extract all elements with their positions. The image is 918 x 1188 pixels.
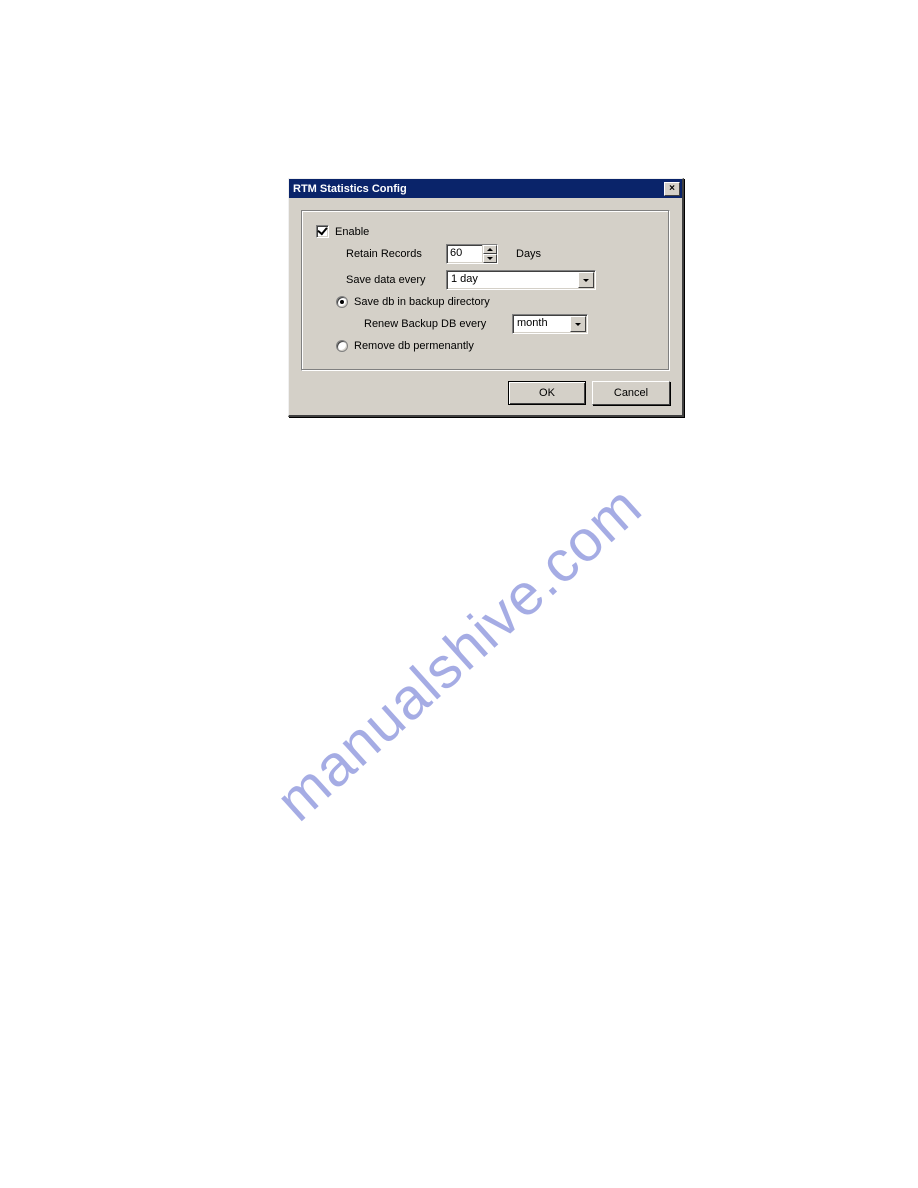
dialog-content: Enable Retain Records 60 Days Save data … <box>289 198 682 415</box>
dialog-window: RTM Statistics Config × Enable Retain Re… <box>288 178 684 417</box>
cancel-button[interactable]: Cancel <box>592 381 670 405</box>
options-groupbox: Enable Retain Records 60 Days Save data … <box>301 210 670 371</box>
spinner-down-button[interactable] <box>483 254 497 263</box>
enable-label: Enable <box>335 226 369 238</box>
remove-db-radio[interactable] <box>336 340 348 352</box>
close-button[interactable]: × <box>664 182 680 196</box>
chevron-up-icon <box>487 248 493 251</box>
save-backup-label: Save db in backup directory <box>354 296 490 308</box>
renew-dropdown-button[interactable] <box>570 316 586 332</box>
button-row: OK Cancel <box>301 381 670 405</box>
renew-row: Renew Backup DB every month <box>364 314 655 334</box>
save-backup-radio-row: Save db in backup directory <box>336 296 655 308</box>
renew-backup-label: Renew Backup DB every <box>364 318 512 330</box>
save-backup-radio[interactable] <box>336 296 348 308</box>
retain-records-value[interactable]: 60 <box>447 245 482 263</box>
spinner-buttons <box>482 245 497 263</box>
titlebar[interactable]: RTM Statistics Config × <box>289 179 682 198</box>
enable-checkbox[interactable] <box>316 225 329 238</box>
retain-unit-label: Days <box>516 248 541 260</box>
close-icon: × <box>669 183 675 194</box>
save-every-value: 1 day <box>447 271 577 289</box>
chevron-down-icon <box>583 279 589 282</box>
spinner-up-button[interactable] <box>483 245 497 254</box>
dialog-title: RTM Statistics Config <box>293 183 664 195</box>
chevron-down-icon <box>487 257 493 260</box>
retain-row: Retain Records 60 Days <box>346 244 655 264</box>
watermark-text: manualshive.com <box>263 473 654 835</box>
retain-records-label: Retain Records <box>346 248 446 260</box>
renew-combo[interactable]: month <box>512 314 588 334</box>
renew-value: month <box>513 315 569 333</box>
remove-radio-row: Remove db permenantly <box>336 340 655 352</box>
enable-row: Enable <box>316 225 655 238</box>
save-every-label: Save data every <box>346 274 446 286</box>
chevron-down-icon <box>575 323 581 326</box>
retain-records-spinner[interactable]: 60 <box>446 244 498 264</box>
save-every-row: Save data every 1 day <box>346 270 655 290</box>
save-every-dropdown-button[interactable] <box>578 272 594 288</box>
ok-button[interactable]: OK <box>508 381 586 405</box>
save-every-combo[interactable]: 1 day <box>446 270 596 290</box>
remove-db-label: Remove db permenantly <box>354 340 474 352</box>
